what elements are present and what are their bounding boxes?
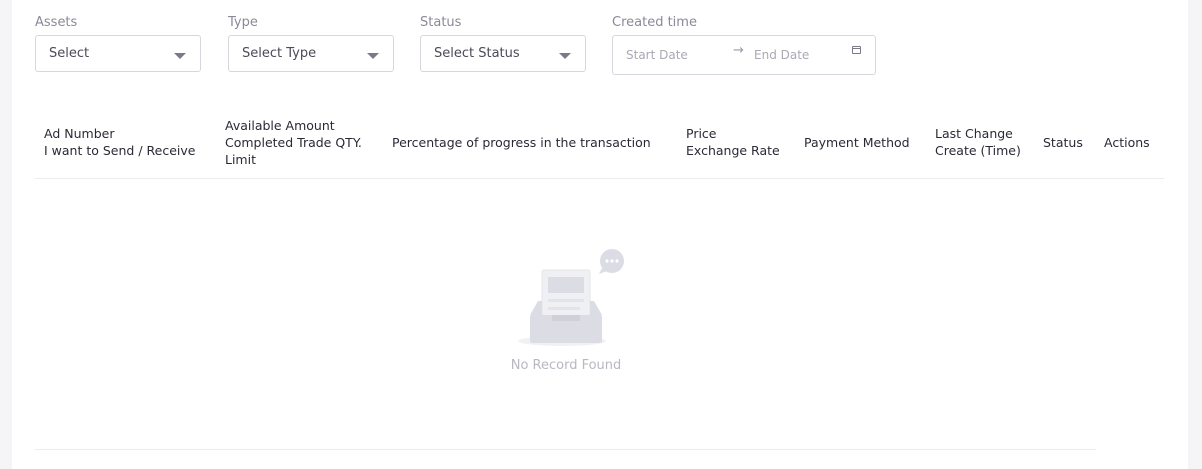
type-select-value: Select Type	[242, 46, 317, 61]
header-ad-number-line2: I want to Send / Receive	[44, 143, 196, 158]
chevron-down-icon	[367, 53, 379, 59]
chat-bubble-icon	[599, 249, 624, 274]
header-status: Status	[1043, 135, 1083, 150]
header-progress: Percentage of progress in the transactio…	[392, 135, 651, 150]
assets-select[interactable]: Select	[35, 35, 201, 72]
status-label: Status	[420, 15, 462, 30]
header-available-amount: Available Amount Completed Trade QTY. Li…	[225, 117, 362, 168]
header-last-change: Last Change Create (Time)	[935, 125, 1021, 159]
end-date-input[interactable]: End Date	[754, 48, 809, 62]
header-price: Price Exchange Rate	[686, 125, 780, 159]
date-range-picker[interactable]: Start Date → End Date	[612, 35, 876, 75]
chevron-down-icon	[174, 53, 186, 59]
assets-filter: Assets Select	[35, 15, 201, 72]
start-date-input[interactable]: Start Date	[626, 48, 688, 62]
header-available-amount-line1: Available Amount	[225, 118, 335, 133]
status-select-value: Select Status	[434, 46, 520, 61]
created-time-label: Created time	[612, 15, 697, 30]
calendar-icon[interactable]	[852, 46, 861, 54]
header-available-amount-line3: Limit	[225, 152, 256, 167]
type-filter: Type Select Type	[228, 15, 394, 72]
header-actions: Actions	[1104, 135, 1150, 150]
chevron-down-icon	[559, 53, 571, 59]
status-select[interactable]: Select Status	[420, 35, 586, 72]
type-label: Type	[228, 15, 258, 30]
empty-state-text: No Record Found	[510, 358, 622, 373]
header-payment-method: Payment Method	[804, 135, 910, 150]
type-select[interactable]: Select Type	[228, 35, 394, 72]
table-header-divider	[35, 178, 1164, 179]
table-footer-divider	[35, 449, 1096, 450]
assets-label: Assets	[35, 15, 78, 30]
header-available-amount-line2: Completed Trade QTY.	[225, 135, 362, 150]
header-price-line2: Exchange Rate	[686, 143, 780, 158]
main-panel: Assets Select Type Select Type Status Se…	[12, 0, 1188, 469]
header-last-change-line1: Last Change	[935, 126, 1013, 141]
header-price-line1: Price	[686, 126, 717, 141]
status-filter: Status Select Status	[420, 15, 586, 72]
header-ad-number-line1: Ad Number	[44, 126, 115, 141]
header-last-change-line2: Create (Time)	[935, 143, 1021, 158]
range-arrow-icon: →	[733, 43, 744, 58]
header-ad-number: Ad Number I want to Send / Receive	[44, 125, 195, 159]
created-time-filter: Created time Start Date → End Date	[612, 15, 876, 75]
assets-select-value: Select	[49, 46, 90, 61]
